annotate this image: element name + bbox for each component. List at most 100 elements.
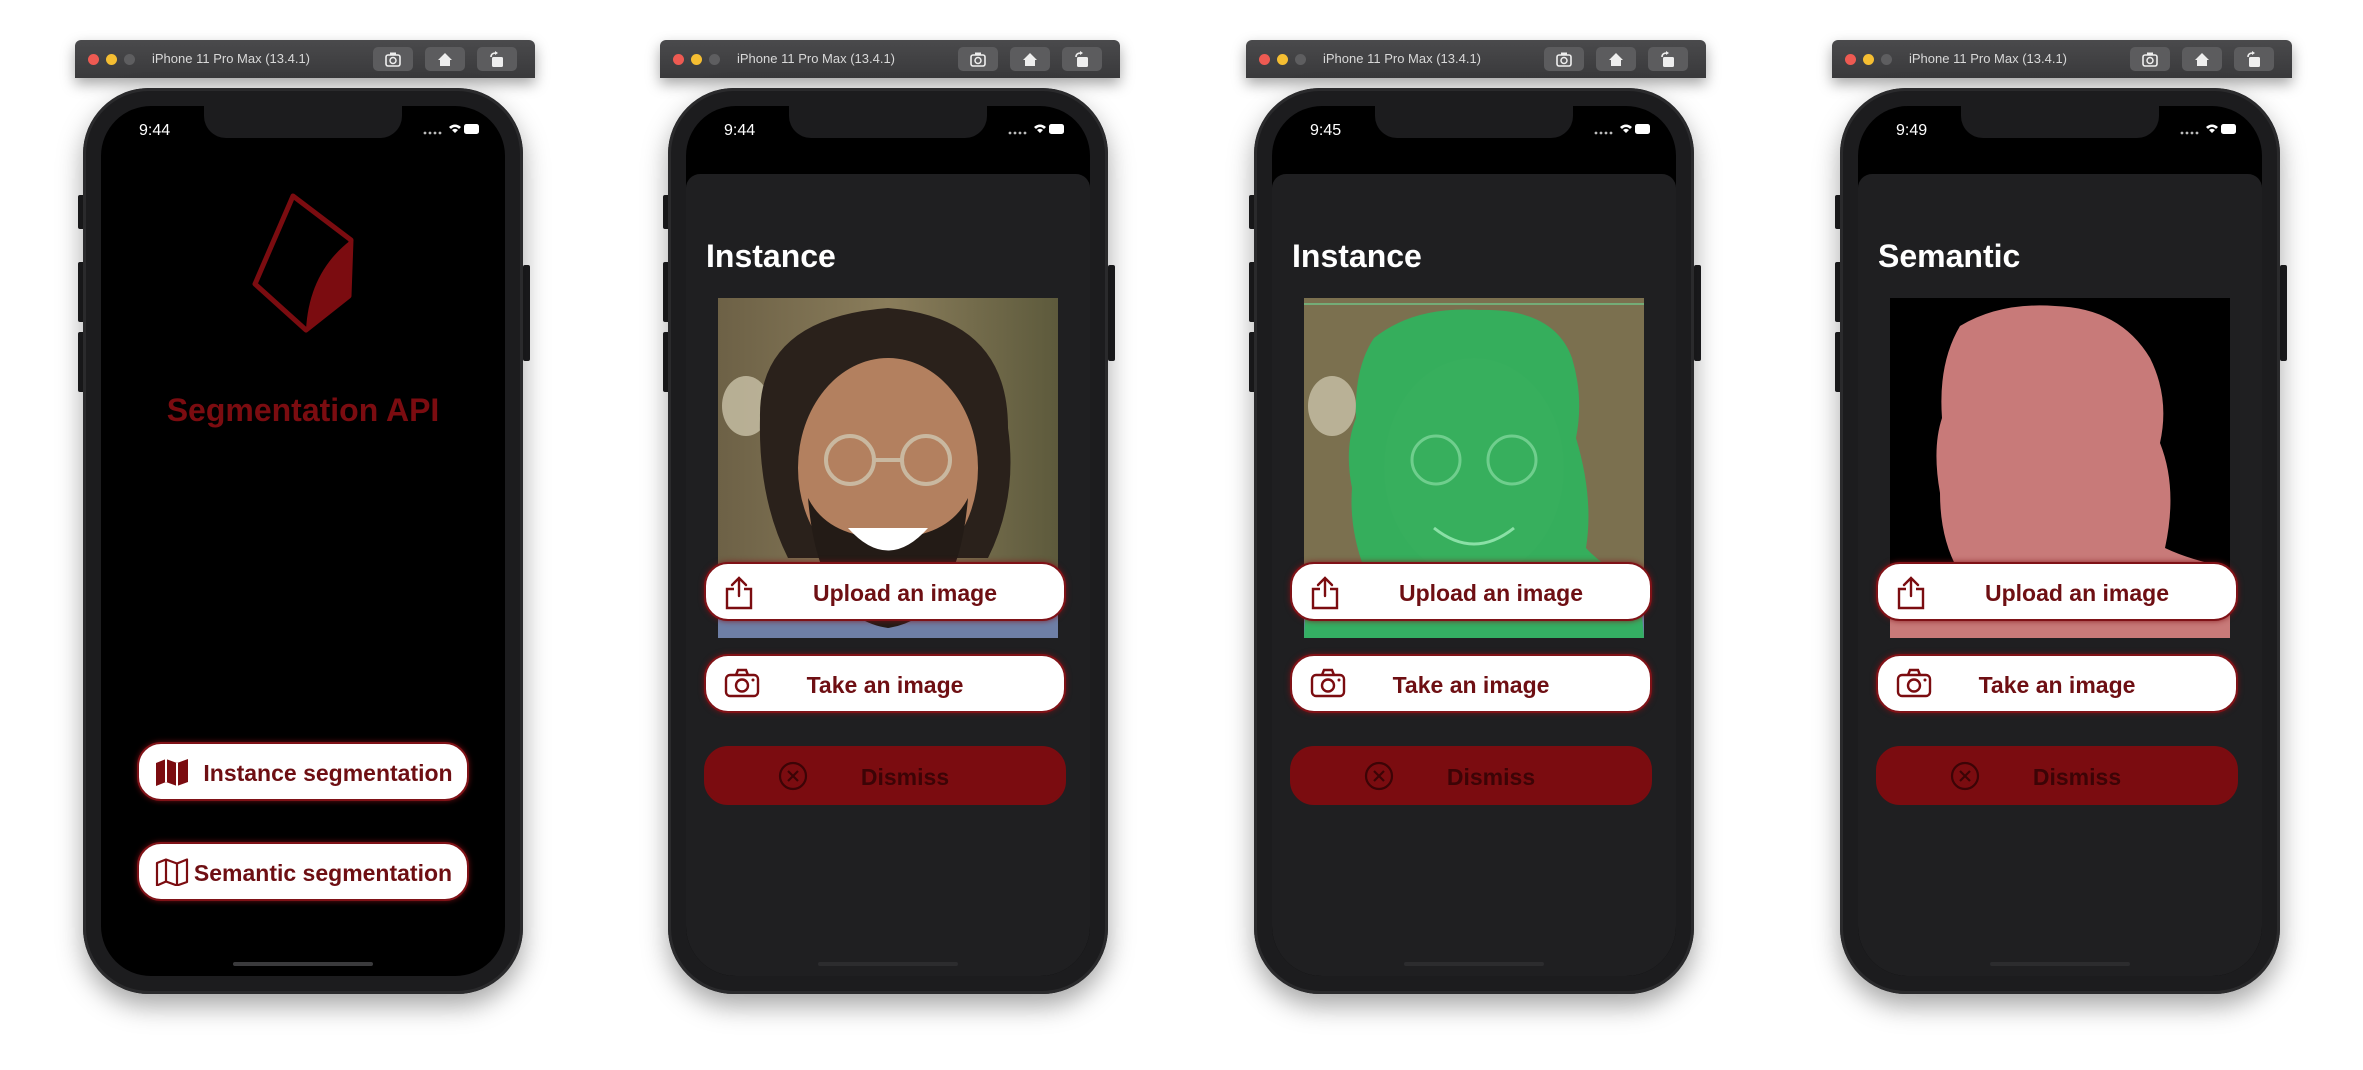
minimize-window-button[interactable] — [106, 54, 117, 65]
instance-result-screen: 9:45 Instance Upload an image Take an im… — [1272, 106, 1676, 976]
close-window-button[interactable] — [1845, 54, 1856, 65]
status-time: 9:45 — [1310, 122, 1342, 139]
take-image-label: Take an image — [806, 672, 964, 698]
screenshot-button[interactable] — [2130, 47, 2170, 71]
rotate-button[interactable] — [1648, 47, 1688, 71]
simulator-window-instance-mask: iPhone 11 Pro Max (13.4.1) 9:45 Instance — [1246, 40, 1706, 1020]
upload-image-label: Upload an image — [812, 580, 998, 606]
home-icon — [2195, 53, 2209, 66]
camera-icon — [2142, 51, 2158, 67]
home-indicator — [818, 962, 958, 966]
simulator-window-semantic: iPhone 11 Pro Max (13.4.1) 9:49 Semantic — [1832, 40, 2292, 1020]
take-image-label: Take an image — [1392, 672, 1550, 698]
simulator-titlebar: iPhone 11 Pro Max (13.4.1) — [1832, 40, 2292, 78]
zoom-window-button[interactable] — [1295, 54, 1306, 65]
instance-segmentation-button[interactable]: Instance segmentation — [137, 742, 469, 801]
home-button[interactable] — [425, 47, 465, 71]
sheet-title: Semantic — [1878, 238, 2021, 274]
simulator-titlebar: iPhone 11 Pro Max (13.4.1) — [660, 40, 1120, 78]
semantic-result-screen: 9:49 Semantic Upload an image Take an im… — [1858, 106, 2262, 976]
home-button[interactable] — [1010, 47, 1050, 71]
dismiss-button[interactable]: Dismiss — [1290, 746, 1652, 805]
close-window-button[interactable] — [88, 54, 99, 65]
zoom-window-button[interactable] — [1881, 54, 1892, 65]
simulator-window-home: iPhone 11 Pro Max (13.4.1) 9:44 Segmenta… — [75, 40, 535, 1020]
home-indicator — [233, 962, 373, 966]
sheet-title: Instance — [1292, 238, 1422, 274]
screenshot-button[interactable] — [1544, 47, 1584, 71]
simulator-title: iPhone 11 Pro Max (13.4.1) — [1323, 51, 1482, 66]
dismiss-label: Dismiss — [1446, 764, 1536, 790]
status-icons — [1008, 122, 1066, 141]
status-icons — [2180, 122, 2238, 141]
home-icon — [1609, 53, 1623, 66]
rotate-icon — [1661, 51, 1675, 68]
power-button — [1108, 265, 1115, 361]
home-button[interactable] — [2182, 47, 2222, 71]
camera-icon — [1556, 51, 1572, 67]
home-icon — [1023, 53, 1037, 66]
semantic-segmentation-label: Semantic segmentation — [193, 860, 453, 886]
iphone-frame: 9:49 Semantic Upload an image Take an im… — [1840, 88, 2280, 994]
rotate-icon — [490, 51, 504, 68]
minimize-window-button[interactable] — [691, 54, 702, 65]
rotate-icon — [2247, 51, 2261, 68]
iphone-frame: 9:45 Instance Upload an image Take an im… — [1254, 88, 1694, 994]
home-screen: 9:44 Segmentation API Instance segmentat… — [101, 106, 505, 976]
take-image-button[interactable]: Take an image — [1290, 654, 1652, 713]
close-window-button[interactable] — [673, 54, 684, 65]
simulator-title: iPhone 11 Pro Max (13.4.1) — [1909, 51, 2068, 66]
close-window-button[interactable] — [1259, 54, 1270, 65]
modal-sheet: Instance Upload an image Take an image D… — [686, 174, 1090, 976]
screenshot-button[interactable] — [958, 47, 998, 71]
modal-sheet: Semantic Upload an image Take an image D… — [1858, 174, 2262, 976]
status-icons — [1594, 122, 1652, 141]
rotate-icon — [1075, 51, 1089, 68]
home-indicator — [1404, 962, 1544, 966]
home-button[interactable] — [1596, 47, 1636, 71]
app-logo-icon — [252, 193, 354, 333]
minimize-window-button[interactable] — [1863, 54, 1874, 65]
dismiss-button[interactable]: Dismiss — [1876, 746, 2238, 805]
simulator-window-instance-original: iPhone 11 Pro Max (13.4.1) 9:44 Instance — [660, 40, 1120, 1020]
simulator-titlebar: iPhone 11 Pro Max (13.4.1) — [1246, 40, 1706, 78]
screenshot-button[interactable] — [373, 47, 413, 71]
status-icons — [423, 122, 481, 141]
rotate-button[interactable] — [2234, 47, 2274, 71]
zoom-window-button[interactable] — [124, 54, 135, 65]
take-image-label: Take an image — [1978, 672, 2136, 698]
instance-screen: 9:44 Instance Upload an image Take an im… — [686, 106, 1090, 976]
camera-icon — [970, 51, 986, 67]
status-time: 9:44 — [139, 122, 171, 139]
sheet-title: Instance — [706, 238, 836, 274]
take-image-button[interactable]: Take an image — [704, 654, 1066, 713]
app-name: Segmentation API — [166, 392, 440, 428]
power-button — [523, 265, 530, 361]
power-button — [1694, 265, 1701, 361]
home-indicator — [1990, 962, 2130, 966]
zoom-window-button[interactable] — [709, 54, 720, 65]
rotate-button[interactable] — [1062, 47, 1102, 71]
simulator-title: iPhone 11 Pro Max (13.4.1) — [737, 51, 896, 66]
map-icon — [156, 759, 188, 786]
upload-image-button[interactable]: Upload an image — [1290, 562, 1652, 621]
take-image-button[interactable]: Take an image — [1876, 654, 2238, 713]
modal-sheet: Instance Upload an image Take an image D… — [1272, 174, 1676, 976]
status-time: 9:44 — [724, 122, 756, 139]
camera-icon — [385, 51, 401, 67]
minimize-window-button[interactable] — [1277, 54, 1288, 65]
semantic-segmentation-button[interactable]: Semantic segmentation — [137, 842, 469, 901]
upload-image-button[interactable]: Upload an image — [1876, 562, 2238, 621]
home-icon — [438, 53, 452, 66]
status-time: 9:49 — [1896, 122, 1928, 139]
upload-image-label: Upload an image — [1984, 580, 2170, 606]
iphone-frame: 9:44 Instance Upload an image Take an im… — [668, 88, 1108, 994]
notch — [1961, 106, 2159, 138]
simulator-title: iPhone 11 Pro Max (13.4.1) — [152, 51, 311, 66]
upload-image-label: Upload an image — [1398, 580, 1584, 606]
instance-segmentation-label: Instance segmentation — [203, 760, 453, 786]
dismiss-label: Dismiss — [860, 764, 950, 790]
dismiss-button[interactable]: Dismiss — [704, 746, 1066, 805]
rotate-button[interactable] — [477, 47, 517, 71]
upload-image-button[interactable]: Upload an image — [704, 562, 1066, 621]
